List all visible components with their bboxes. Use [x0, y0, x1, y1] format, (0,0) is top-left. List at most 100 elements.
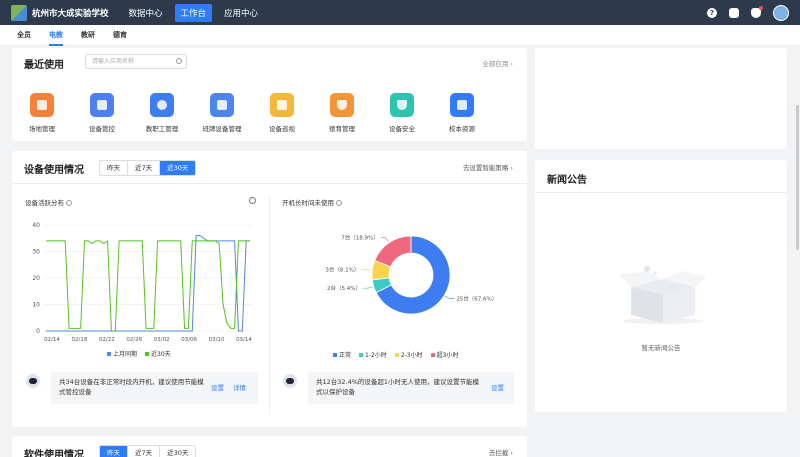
divider	[535, 192, 787, 193]
building-icon	[30, 93, 54, 117]
x-tick-label: 03/06	[181, 337, 197, 343]
legend-swatch	[359, 353, 364, 357]
long-idle-title: 开机长时间未使用	[282, 197, 343, 207]
chevron-right-icon: ›	[510, 449, 513, 457]
left-notice: 共34台设备在非正常时段内开机，建议使用节能模式管控设备 设置 详情	[51, 372, 258, 404]
role-tabs: 全员 电教 教研 德育	[0, 25, 800, 46]
divider	[12, 183, 527, 184]
recent-apps-card: 最近使用 请输入应用名称 全部应用 › 场地管理 设备管控 教职工管理 班牌设备…	[12, 48, 527, 141]
app-label: 班牌设备管理	[202, 125, 242, 133]
legend-label: 近30天	[151, 351, 171, 358]
app-staff-management[interactable]: 教职工管理	[132, 93, 192, 133]
app-label: 教职工管理	[145, 125, 179, 133]
app-search-input[interactable]: 请输入应用名称	[85, 54, 187, 69]
settings-icon[interactable]	[729, 8, 739, 18]
tab-edu-tech[interactable]: 电教	[49, 25, 63, 46]
tab-teaching-research[interactable]: 教研	[81, 25, 95, 46]
line-chart: 0 10 20 30 40 02/14 02/18 02/22 02/26 03/02 03/06 0…	[32, 222, 252, 343]
scrollbar-thumb[interactable]	[796, 105, 799, 250]
app-list: 场地管理 设备管控 教职工管理 班牌设备管理 设备巡视 德育管理 设备安全 校本…	[12, 93, 527, 133]
donut-chart: 25台（67.6%） 2台（5.4%） 3台（8.1%） 7台（18.9%）	[325, 234, 497, 315]
right-notice-text: 共12台32.4%的设备超1小时无人使用，建议设置节能模式以保护设备	[316, 378, 480, 396]
sw-range-7-days[interactable]: 近7天	[128, 446, 161, 457]
app-device-patrol[interactable]: 设备巡视	[252, 93, 312, 133]
x-tick-label: 03/10	[209, 337, 225, 343]
nav-data-center[interactable]: 数据中心	[123, 4, 169, 22]
x-tick-label: 02/26	[126, 337, 142, 343]
donut-slice-3[interactable]	[374, 235, 412, 268]
app-class-board-management[interactable]: 班牌设备管理	[192, 93, 252, 133]
active-distribution-label: 设备活跃分布	[25, 199, 64, 207]
legend-item-3[interactable]: 超3小时	[430, 350, 458, 359]
trophy-icon	[330, 93, 354, 117]
school-logo-icon	[11, 4, 27, 21]
bell-icon[interactable]	[751, 6, 763, 18]
app-label: 场地管理	[29, 125, 55, 133]
legend-item-0[interactable]: 正常	[333, 350, 351, 359]
main-nav: 数据中心 工作台 应用中心	[123, 3, 265, 22]
sw-range-yesterday[interactable]: 昨天	[100, 446, 128, 457]
legend-item-1[interactable]: 1-2小时	[359, 350, 387, 359]
legend-swatch	[394, 353, 399, 357]
app-device-security[interactable]: 设备安全	[372, 93, 432, 133]
top-icons: ?	[707, 5, 789, 21]
line-chart-legend: 上月同期 近30天	[107, 349, 171, 358]
device-usage-card: 设备使用情况 昨天 近7天 近30天 去设置智能策略 › 设备活跃分布 0 10 2…	[12, 151, 527, 427]
range-yesterday[interactable]: 昨天	[100, 161, 128, 175]
long-idle-label: 开机长时间未使用	[282, 199, 334, 207]
donut-label: 3台（8.1%）	[325, 265, 359, 273]
tab-all-staff[interactable]: 全员	[17, 25, 31, 46]
app-label: 设备巡视	[269, 125, 295, 133]
left-notice-details[interactable]: 详情	[233, 383, 246, 393]
chart-settings-icon[interactable]	[249, 197, 256, 204]
intercept-link[interactable]: 去拦截 ›	[489, 447, 513, 457]
recent-title: 最近使用	[24, 60, 64, 71]
legend-item-2[interactable]: 2-3小时	[394, 350, 423, 359]
range-7-days[interactable]: 近7天	[128, 161, 161, 175]
shield-icon	[390, 93, 414, 117]
y-tick-label: 40	[32, 222, 40, 229]
app-venue-management[interactable]: 场地管理	[12, 93, 72, 133]
news-card: 新闻公告 暂无新闻公告	[535, 160, 787, 412]
patrol-icon	[270, 93, 294, 117]
x-tick-label: 03/02	[154, 337, 170, 343]
sw-range-30-days[interactable]: 近30天	[160, 446, 195, 457]
app-moral-management[interactable]: 德育管理	[312, 93, 372, 133]
legend-swatch	[430, 353, 435, 357]
legend-swatch	[107, 352, 111, 356]
software-range-toggle: 昨天 近7天 近30天	[99, 445, 197, 457]
y-tick-label: 0	[36, 328, 40, 335]
legend-item-0[interactable]: 上月同期	[107, 349, 137, 358]
help-icon[interactable]: ?	[707, 8, 717, 18]
intercept-label: 去拦截	[488, 449, 509, 457]
app-school-resources[interactable]: 校本资源	[432, 93, 492, 133]
avatar[interactable]	[773, 5, 789, 21]
right-notice-settings[interactable]: 设置	[491, 383, 504, 393]
info-icon	[66, 200, 73, 206]
tab-moral-education[interactable]: 德育	[113, 25, 127, 46]
nav-workbench[interactable]: 工作台	[174, 3, 213, 22]
legend-label: 2-3小时	[400, 352, 423, 359]
range-30-days[interactable]: 近30天	[160, 161, 196, 175]
notification-dot	[759, 6, 763, 10]
y-tick-label: 10	[32, 302, 40, 309]
legend-item-1[interactable]: 近30天	[145, 349, 171, 358]
strategy-label: 去设置智能策略	[462, 164, 509, 172]
school-name: 杭州市大成实验学校	[32, 8, 109, 19]
search-placeholder: 请输入应用名称	[92, 58, 135, 65]
search-icon	[176, 58, 182, 64]
device-icon	[90, 93, 114, 117]
donut-label-line	[361, 268, 372, 271]
all-apps-link[interactable]: 全部应用 ›	[482, 58, 513, 68]
legend-swatch	[145, 352, 150, 356]
right-top-card	[535, 48, 787, 149]
app-device-control[interactable]: 设备管控	[72, 93, 132, 133]
vertical-divider	[269, 195, 270, 415]
donut-label-line	[380, 237, 389, 243]
y-tick-label: 30	[32, 249, 40, 256]
board-icon	[210, 93, 234, 117]
left-notice-settings[interactable]: 设置	[211, 383, 224, 393]
nav-app-center[interactable]: 应用中心	[218, 4, 264, 22]
active-distribution-title: 设备活跃分布	[25, 197, 73, 207]
strategy-link[interactable]: 去设置智能策略 ›	[463, 162, 513, 172]
